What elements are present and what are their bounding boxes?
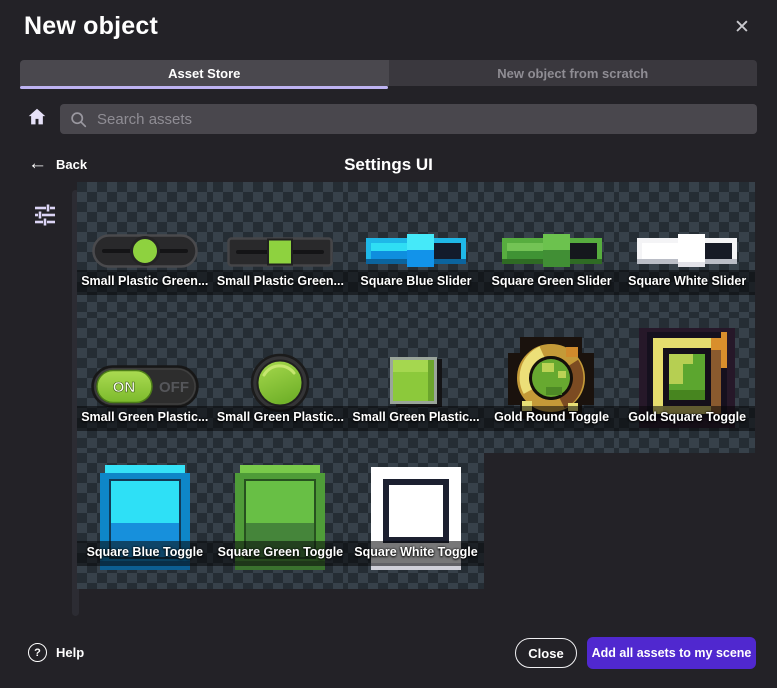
back-arrow-icon: ← xyxy=(28,154,47,174)
asset-label: Small Green Plastic... xyxy=(352,410,479,424)
help-button[interactable]: ? Help xyxy=(28,643,84,662)
asset-tile-square-blue-toggle[interactable]: Square Blue Toggle xyxy=(77,453,213,589)
asset-tile-small-green-plastic-round-button[interactable]: Small Green Plastic... xyxy=(213,318,349,454)
square-blue-slider-icon xyxy=(364,232,468,270)
pill-slider-green-icon xyxy=(92,234,198,268)
asset-label: Gold Round Toggle xyxy=(494,410,609,424)
asset-tile-square-white-toggle[interactable]: Square White Toggle xyxy=(348,453,484,589)
add-all-assets-button[interactable]: Add all assets to my scene xyxy=(587,637,756,669)
active-tab-underline xyxy=(20,86,388,89)
tab-asset-store[interactable]: Asset Store xyxy=(20,60,389,86)
asset-row-1: Small Plastic Green... Small Plastic Gre… xyxy=(77,182,755,318)
close-button[interactable]: Close xyxy=(515,638,577,668)
tab-strip: Asset Store New object from scratch xyxy=(20,60,757,86)
svg-text:OFF: OFF xyxy=(159,379,189,396)
asset-tile-small-green-plastic-square-button[interactable]: Small Green Plastic... xyxy=(348,318,484,454)
asset-label: Square Blue Toggle xyxy=(87,545,203,559)
asset-tile-gold-round-toggle[interactable]: Gold Round Toggle xyxy=(484,318,620,454)
asset-label: Gold Square Toggle xyxy=(628,410,746,424)
filter-tune-icon[interactable] xyxy=(31,200,59,228)
svg-text:ON: ON xyxy=(113,379,136,396)
asset-tile-small-plastic-green-rect-slider[interactable]: Small Plastic Green... xyxy=(213,182,349,318)
search-input[interactable] xyxy=(95,110,757,129)
asset-label: Square White Toggle xyxy=(354,545,477,559)
back-button[interactable]: ← Back xyxy=(28,154,87,174)
help-label: Help xyxy=(56,645,84,660)
asset-tile-square-green-toggle[interactable]: Square Green Toggle xyxy=(213,453,349,589)
asset-tile-square-white-slider[interactable]: Square White Slider xyxy=(619,182,755,318)
asset-label: Small Green Plastic... xyxy=(81,410,208,424)
asset-tile-square-blue-slider[interactable]: Square Blue Slider xyxy=(348,182,484,318)
section-title: Settings UI xyxy=(0,155,777,175)
search-bar xyxy=(60,104,757,134)
onoff-toggle-icon: ON OFF xyxy=(91,365,199,408)
page-title: New object xyxy=(24,12,158,41)
asset-label: Small Plastic Green... xyxy=(217,274,344,288)
search-icon xyxy=(70,111,87,128)
asset-label: Square White Slider xyxy=(628,274,746,288)
asset-label: Square Blue Slider xyxy=(360,274,471,288)
close-icon[interactable]: ✕ xyxy=(730,16,754,40)
square-white-slider-icon xyxy=(635,232,739,270)
round-button-green-icon xyxy=(250,353,310,413)
tab-new-object-from-scratch[interactable]: New object from scratch xyxy=(389,60,758,86)
asset-label: Small Green Plastic... xyxy=(217,410,344,424)
rect-slider-green-icon xyxy=(227,237,333,267)
back-label: Back xyxy=(56,157,87,172)
home-icon[interactable] xyxy=(26,106,48,128)
asset-row-3: Square Blue Toggle Square Green Toggle S… xyxy=(77,453,484,589)
square-green-slider-icon xyxy=(500,232,604,270)
asset-tile-gold-square-toggle[interactable]: Gold Square Toggle xyxy=(619,318,755,454)
asset-label: Square Green Toggle xyxy=(218,545,344,559)
square-button-green-icon xyxy=(388,355,444,409)
asset-tile-small-plastic-green-pill-slider[interactable]: Small Plastic Green... xyxy=(77,182,213,318)
asset-label: Square Green Slider xyxy=(491,274,611,288)
asset-label: Small Plastic Green... xyxy=(81,274,208,288)
asset-tile-small-green-plastic-onoff-toggle[interactable]: ON OFF Small Green Plastic... xyxy=(77,318,213,454)
help-icon: ? xyxy=(28,643,47,662)
asset-row-2: ON OFF Small Green Plastic... Small Gree… xyxy=(77,318,755,454)
asset-tile-square-green-slider[interactable]: Square Green Slider xyxy=(484,182,620,318)
